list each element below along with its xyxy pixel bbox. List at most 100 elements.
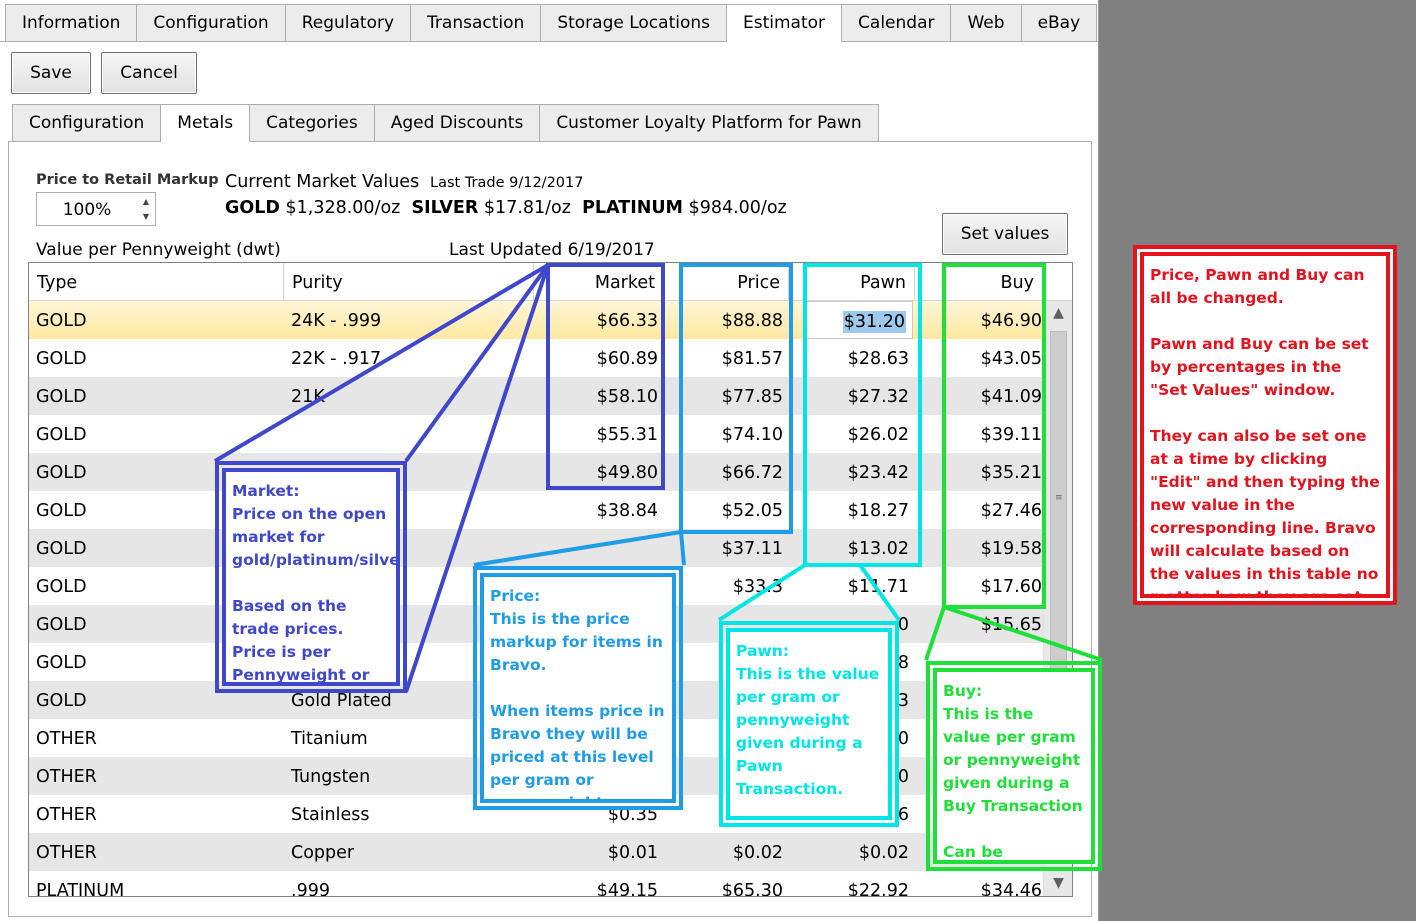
cell-buy: $17.60 <box>980 577 1042 597</box>
tab-regulatory[interactable]: Regulatory <box>285 4 412 42</box>
subtab-aged-discounts[interactable]: Aged Discounts <box>374 104 541 142</box>
cell-type: PLATINUM <box>36 881 125 897</box>
cell-market: $60.89 <box>596 349 658 369</box>
table-row[interactable]: GOLD 24K - .999 $66.33 $88.88 $31.20 $46.90 <box>29 301 1043 339</box>
cell-pawn: $28.63 <box>847 349 909 369</box>
summary-callout: Price, Pawn and Buy can all be changed. … <box>1133 245 1397 605</box>
cell-pawn: 0 <box>897 767 909 787</box>
grip-icon: ≡ <box>1055 493 1063 503</box>
cell-pawn: $27.32 <box>847 387 909 407</box>
cell-pawn: 6 <box>897 805 909 825</box>
table-row[interactable]: GOLD $37.11 $13.02 $19.58 <box>29 529 1043 567</box>
cell-pawn: $11.71 <box>847 577 909 597</box>
cell-pawn: $0.02 <box>858 843 909 863</box>
cell-pawn: 0 <box>897 615 909 635</box>
cell-pawn: $13.02 <box>847 539 909 559</box>
column-header-purity[interactable]: Purity <box>284 263 534 301</box>
table-row[interactable]: OTHER Copper $0.01 $0.02 $0.02 <box>29 833 1043 871</box>
metal-spot-prices: GOLD $1,328.00/oz SILVER $17.81/oz PLATI… <box>225 198 787 218</box>
table-row[interactable]: GOLD $49.80 $66.72 $23.42 $35.21 <box>29 453 1043 491</box>
tab-web[interactable]: Web <box>951 4 1022 42</box>
subtab-customer-loyalty[interactable]: Customer Loyalty Platform for Pawn <box>540 104 879 142</box>
cell-pawn: 8 <box>897 653 909 673</box>
cell-buy: $15.65 <box>980 615 1042 635</box>
cell-type: GOLD <box>36 577 87 597</box>
cell-buy: $39.11 <box>980 425 1042 445</box>
column-header-market[interactable]: Market <box>534 263 664 301</box>
main-tab-bar: Information Configuration Regulatory Tra… <box>5 4 1098 42</box>
tab-estimator[interactable]: Estimator <box>727 4 843 42</box>
column-header-type[interactable]: Type <box>29 263 284 301</box>
cell-type: GOLD <box>36 425 87 445</box>
cell-pawn: 0 <box>897 729 909 749</box>
markup-label: Price to Retail Markup <box>36 172 219 188</box>
cell-price: $37.11 <box>721 539 783 559</box>
table-row[interactable]: GOLD $38.84 $52.05 $18.27 $27.46 <box>29 491 1043 529</box>
tab-configuration[interactable]: Configuration <box>137 4 286 42</box>
cell-purity: 22K - .917 <box>291 349 382 369</box>
cell-type: OTHER <box>36 729 97 749</box>
pawn-edit-value[interactable]: $31.20 <box>842 311 906 333</box>
save-button[interactable]: Save <box>11 52 91 94</box>
cell-buy: $46.90 <box>980 311 1042 331</box>
estimator-sub-tab-bar: Configuration Metals Categories Aged Dis… <box>12 104 879 142</box>
tab-calendar[interactable]: Calendar <box>842 4 952 42</box>
market-values-title: Current Market Values <box>225 172 420 192</box>
cell-market: $49.80 <box>596 463 658 483</box>
last-updated-date: Last Updated 6/19/2017 <box>449 240 655 260</box>
table-row[interactable]: GOLD $55.31 $74.10 $26.02 $39.11 <box>29 415 1043 453</box>
cell-type: OTHER <box>36 767 97 787</box>
subtab-categories[interactable]: Categories <box>250 104 375 142</box>
cell-price: $66.72 <box>721 463 783 483</box>
cell-buy: $19.58 <box>980 539 1042 559</box>
tab-information[interactable]: Information <box>5 4 138 42</box>
scroll-down-icon[interactable]: ▼ <box>1044 875 1072 893</box>
cell-market: $38.84 <box>596 501 658 521</box>
table-row[interactable]: PLATINUM .999 $49.15 $65.30 $22.92 $34.46 <box>29 871 1043 897</box>
cell-type: GOLD <box>36 463 87 483</box>
cell-market: $55.31 <box>596 425 658 445</box>
platinum-label: PLATINUM <box>582 198 683 218</box>
tab-transaction[interactable]: Transaction <box>411 4 542 42</box>
cell-type: GOLD <box>36 349 87 369</box>
scroll-thumb[interactable]: ≡ <box>1050 331 1067 681</box>
cell-type: GOLD <box>36 615 87 635</box>
cancel-button[interactable]: Cancel <box>101 52 197 94</box>
table-row[interactable]: GOLD 22K - .917 $60.89 $81.57 $28.63 $43.05 <box>29 339 1043 377</box>
cell-type: GOLD <box>36 501 87 521</box>
subtab-metals[interactable]: Metals <box>161 104 251 142</box>
cell-price: $33.3 <box>732 577 783 597</box>
spin-down-icon[interactable]: ▼ <box>139 209 153 224</box>
grid-header: Type Purity Market Price Pawn Buy <box>29 263 1072 301</box>
markup-stepper[interactable]: 100% ▲ ▼ <box>36 192 156 226</box>
cell-price: $0.02 <box>732 843 783 863</box>
subtab-configuration[interactable]: Configuration <box>12 104 162 142</box>
pawn-edit-field[interactable]: $31.20 <box>806 301 913 339</box>
cell-type: GOLD <box>36 691 87 711</box>
silver-spot-price: $17.81/oz <box>483 198 571 218</box>
gold-spot-price: $1,328.00/oz <box>285 198 401 218</box>
markup-value[interactable]: 100% <box>37 193 137 225</box>
column-header-pawn[interactable]: Pawn <box>789 263 915 301</box>
cell-purity: Tungsten <box>291 767 371 787</box>
scroll-up-icon[interactable]: ▲ <box>1044 305 1072 323</box>
cell-pawn: $26.02 <box>847 425 909 445</box>
set-values-button[interactable]: Set values <box>942 213 1068 255</box>
cell-purity: .999 <box>291 881 330 897</box>
cell-price: $74.10 <box>721 425 783 445</box>
spin-up-icon[interactable]: ▲ <box>139 194 153 209</box>
silver-label: SILVER <box>411 198 479 218</box>
cell-price: $65.30 <box>721 881 783 897</box>
tab-ebay[interactable]: eBay <box>1021 4 1098 42</box>
buy-callout: Buy: This is the value per gram or penny… <box>926 661 1102 871</box>
market-callout: Market: Price on the open market for gol… <box>215 461 407 693</box>
cell-market: $0.01 <box>607 843 658 863</box>
tab-storage-locations[interactable]: Storage Locations <box>541 4 727 42</box>
cell-price: $52.05 <box>721 501 783 521</box>
table-row[interactable]: GOLD 21K $58.10 $77.85 $27.32 $41.09 <box>29 377 1043 415</box>
column-header-price[interactable]: Price <box>664 263 789 301</box>
cell-buy: $41.09 <box>980 387 1042 407</box>
cell-price: $88.88 <box>721 311 783 331</box>
column-header-buy[interactable]: Buy <box>915 263 1043 301</box>
cell-buy: $43.05 <box>980 349 1042 369</box>
